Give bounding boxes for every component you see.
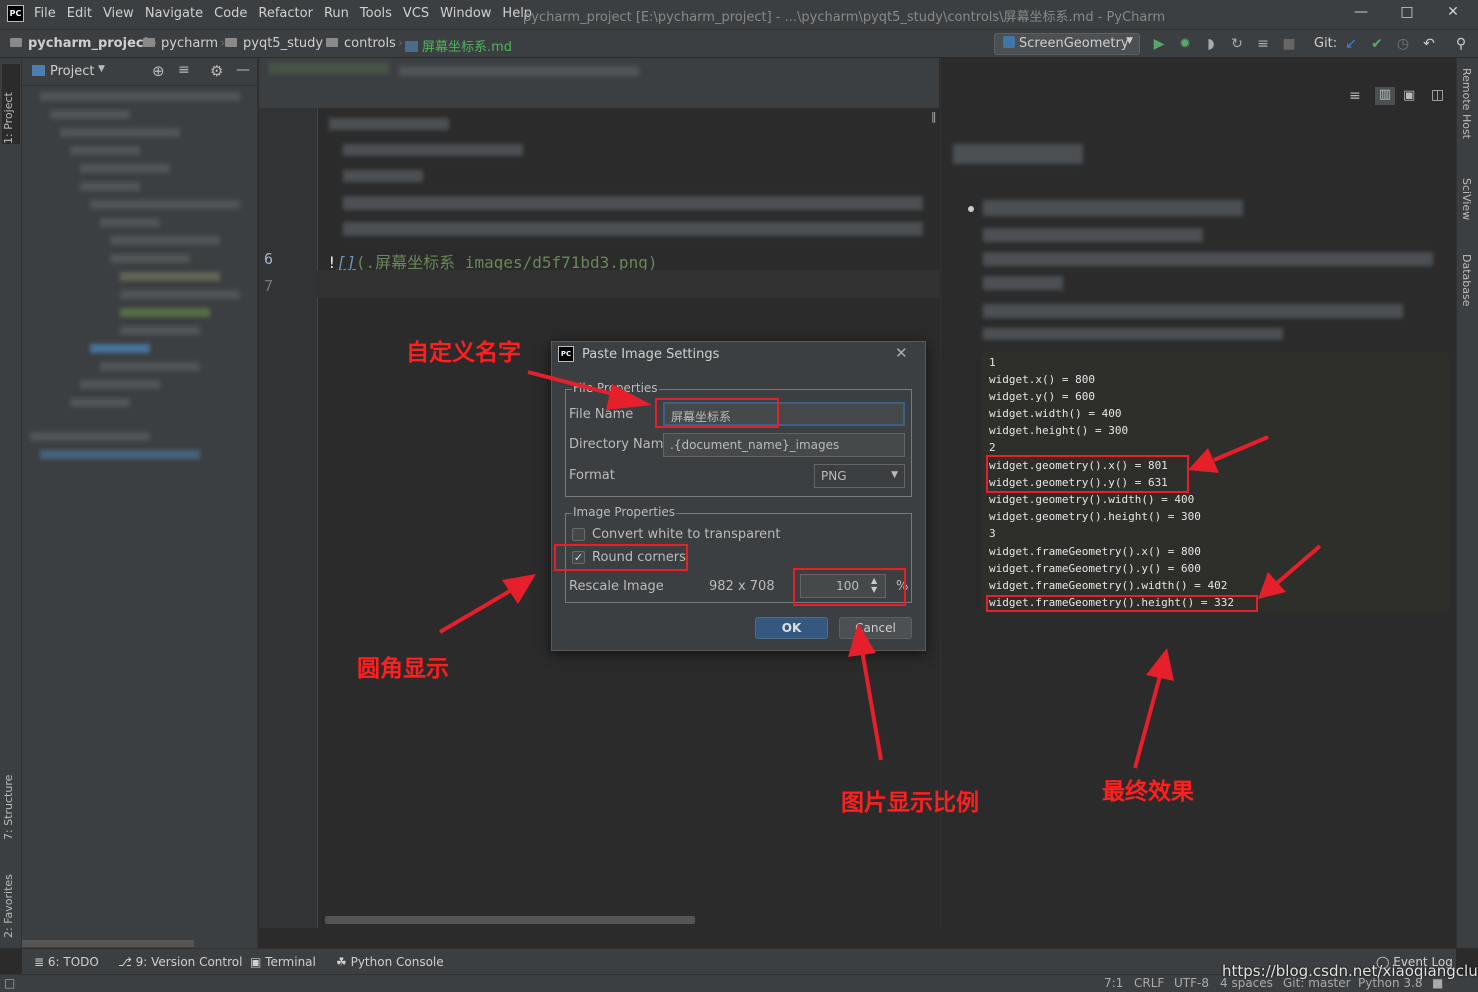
caret-position[interactable]: 7:1 (1104, 976, 1123, 990)
todo-icon: ≣ (34, 955, 48, 969)
arrow-to-frame-height (1274, 544, 1322, 586)
arrow-to-final (1133, 675, 1162, 769)
tab-version-control[interactable]: ⎇ 9: Version Control (118, 955, 242, 969)
arrowhead-icon (1258, 572, 1286, 599)
arrow-to-round-corners (438, 586, 517, 634)
tab-todo[interactable]: ≣ 6: TODO (34, 955, 99, 969)
arrowhead-icon (502, 574, 536, 604)
file-encoding[interactable]: UTF-8 (1174, 976, 1209, 990)
arrowhead-icon (848, 623, 876, 657)
tab-terminal[interactable]: ▣ Terminal (250, 955, 316, 969)
terminal-icon: ▣ (250, 955, 266, 969)
annotation-round-display: 圆角显示 (357, 656, 449, 682)
line-separator[interactable]: CRLF (1134, 976, 1164, 990)
python-icon: ☘ (336, 955, 351, 969)
arrow-to-geometry (1213, 435, 1269, 462)
arrowhead-icon (606, 384, 652, 410)
branch-icon: ⎇ (118, 955, 136, 969)
annotation-arrows (438, 370, 1322, 769)
watermark-url: https://blog.csdn.net/xiaoqiangclub (1222, 962, 1478, 980)
annotation-final-effect: 最终效果 (1102, 779, 1194, 805)
tab-python-console[interactable]: ☘ Python Console (336, 955, 444, 969)
arrowhead-icon (1146, 648, 1174, 681)
annotation-image-ratio: 图片显示比例 (841, 790, 979, 816)
layout-toggle-icon[interactable]: □ (4, 976, 15, 990)
arrow-to-scale (860, 649, 883, 761)
annotation-custom-name: 自定义名字 (406, 340, 521, 366)
